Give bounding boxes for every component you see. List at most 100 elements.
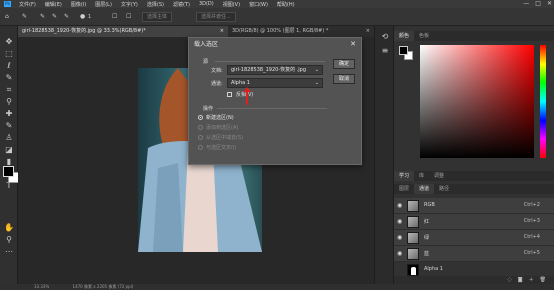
option-new-selection[interactable]: 新建选区(N) xyxy=(206,114,234,121)
dialog-title: 载入选区 xyxy=(194,41,219,48)
save-selection-as-channel-icon[interactable]: ◙ xyxy=(518,276,523,284)
radio-new-selection[interactable] xyxy=(198,115,203,120)
menu-layer[interactable]: 图层(L) xyxy=(95,1,112,8)
dialog-close-button[interactable]: ✕ xyxy=(350,38,356,51)
tab-3d-document[interactable]: 3D(RGB/8) @ 100% (图层 1, RGB/8#) * × xyxy=(228,26,374,37)
brush-size-value[interactable]: 1 xyxy=(88,12,91,22)
subtract-selection-icon[interactable]: ✎ xyxy=(64,12,69,22)
channel-shortcut: Ctrl+4 xyxy=(523,234,540,240)
tab-learn[interactable]: 学习 xyxy=(394,171,415,181)
menu-window[interactable]: 窗口(W) xyxy=(249,1,268,8)
channel-name: 蓝 xyxy=(424,251,430,257)
invert-checkbox[interactable] xyxy=(227,92,232,97)
channel-select-value: Alpha 1 xyxy=(231,80,250,86)
visibility-eye-icon[interactable]: ◉ xyxy=(397,250,402,257)
document-size: 1470 像素 x 2205 像素 (72 ppi) xyxy=(72,284,134,289)
zoom-tool-icon[interactable]: ⚲ xyxy=(3,235,15,245)
clone-stamp-icon[interactable]: ♙ xyxy=(3,133,15,143)
color-picker-field[interactable] xyxy=(420,45,534,158)
channel-select[interactable]: Alpha 1 ⌄ xyxy=(227,78,323,88)
channel-name: 绿 xyxy=(424,235,430,241)
menu-image[interactable]: 图像(I) xyxy=(71,1,86,8)
tab-libraries[interactable]: 库 xyxy=(414,171,429,181)
sample-all-layers-checkbox[interactable]: ☐ xyxy=(112,12,117,22)
channel-thumbnail xyxy=(407,216,419,228)
operation-heading: 操作 xyxy=(203,106,214,112)
delete-channel-icon[interactable]: 🗑 xyxy=(540,276,546,284)
menu-filter[interactable]: 滤镜(T) xyxy=(173,1,190,8)
visibility-eye-icon[interactable]: ◉ xyxy=(397,202,402,209)
channel-name: Alpha 1 xyxy=(424,266,443,272)
close-tab-icon[interactable]: × xyxy=(220,26,224,37)
lasso-tool-icon[interactable]: ℓ xyxy=(3,61,15,71)
select-and-mask-button[interactable]: 选择并遮住... xyxy=(196,12,236,22)
channel-row-green[interactable]: ◉ 绿 Ctrl+4 xyxy=(394,230,554,246)
tab-girl-document[interactable]: girl-1828538_1920-恢复的.jpg @ 33.3%(RGB/8#… xyxy=(18,26,228,37)
menu-3d[interactable]: 3D(D) xyxy=(199,1,214,7)
home-icon[interactable]: ⌂ xyxy=(5,12,9,22)
add-selection-icon[interactable]: ✎ xyxy=(52,12,57,22)
new-selection-icon[interactable]: ✎ xyxy=(40,12,45,22)
move-tool-icon[interactable]: ✥ xyxy=(3,37,15,47)
eyedropper-tool-icon[interactable]: ⚲ xyxy=(3,97,15,107)
close-tab-icon[interactable]: × xyxy=(366,26,370,37)
menu-select[interactable]: 选择(S) xyxy=(147,1,164,8)
channel-row-rgb[interactable]: ◉ RGB Ctrl+2 xyxy=(394,198,554,214)
more-tools-icon[interactable]: ⋯ xyxy=(3,247,15,257)
brush-preset-icon[interactable]: ● xyxy=(80,12,85,22)
window-controls: — □ ✕ xyxy=(523,0,552,8)
load-channel-as-selection-icon[interactable]: ◌ xyxy=(507,276,511,284)
menu-edit[interactable]: 编辑(E) xyxy=(45,1,62,8)
visibility-eye-icon[interactable]: ◉ xyxy=(397,234,402,241)
load-selection-dialog: 载入选区 ✕ 源 文档: girl-1828538_1920-恢复的 .jpg … xyxy=(188,37,362,165)
radio-intersect-selection[interactable] xyxy=(198,145,203,150)
close-window-button[interactable]: ✕ xyxy=(547,0,552,8)
tab-paths[interactable]: 路径 xyxy=(434,184,454,194)
brush-tool-icon[interactable]: ✎ xyxy=(3,121,15,131)
hue-slider[interactable] xyxy=(540,45,546,158)
chevron-down-icon: ⌄ xyxy=(314,67,319,73)
annotation-arrow-head xyxy=(243,87,251,92)
option-subtract-selection[interactable]: 从选区中减去(S) xyxy=(206,134,243,141)
radio-subtract-selection[interactable] xyxy=(198,135,203,140)
healing-brush-icon[interactable]: ✚ xyxy=(3,109,15,119)
option-add-selection[interactable]: 添加到选区(A) xyxy=(206,124,238,131)
tab-color[interactable]: 颜色 xyxy=(394,31,415,41)
auto-enhance-checkbox[interactable]: ☐ xyxy=(126,12,131,22)
marquee-tool-icon[interactable]: ⬚ xyxy=(3,49,15,59)
menu-help[interactable]: 帮助(H) xyxy=(277,1,295,8)
menu-type[interactable]: 文字(Y) xyxy=(121,1,138,8)
tab-adjustments[interactable]: 调整 xyxy=(429,171,449,181)
select-subject-button[interactable]: 选择主体 xyxy=(142,12,173,22)
cancel-button[interactable]: 取消 xyxy=(333,74,355,84)
quick-select-tool-icon[interactable]: ✎ xyxy=(22,12,27,22)
photoshop-logo: Ps xyxy=(4,1,11,7)
quick-selection-tool-icon[interactable]: ✎ xyxy=(3,73,15,83)
radio-add-selection[interactable] xyxy=(198,125,203,130)
history-panel-icon[interactable]: ⟲ xyxy=(379,32,391,42)
channels-panel-footer: ◌ ◙ ＋ 🗑 xyxy=(394,276,554,284)
visibility-eye-icon[interactable]: ◉ xyxy=(397,218,402,225)
menu-view[interactable]: 视图(V) xyxy=(223,1,240,8)
panel-foreground-swatch[interactable] xyxy=(399,46,408,55)
zoom-level[interactable]: 33.33% xyxy=(34,284,49,289)
channel-name: 红 xyxy=(424,219,430,225)
tab-swatches[interactable]: 色板 xyxy=(414,31,434,41)
hand-tool-icon[interactable]: ✋ xyxy=(3,223,15,233)
channel-row-red[interactable]: ◉ 红 Ctrl+3 xyxy=(394,214,554,230)
crop-tool-icon[interactable]: ⌗ xyxy=(3,85,15,95)
maximize-button[interactable]: □ xyxy=(535,0,541,8)
menu-file[interactable]: 文件(F) xyxy=(19,1,36,8)
tab-channels[interactable]: 通道 xyxy=(414,184,435,194)
tab-layers[interactable]: 图层 xyxy=(394,184,414,194)
option-intersect-selection[interactable]: 与选区交叉(I) xyxy=(206,144,236,151)
foreground-color-swatch[interactable] xyxy=(3,166,14,177)
channel-row-blue[interactable]: ◉ 蓝 Ctrl+5 xyxy=(394,246,554,262)
ok-button[interactable]: 确定 xyxy=(333,59,355,69)
new-channel-icon[interactable]: ＋ xyxy=(529,276,534,284)
properties-panel-icon[interactable]: ≡ xyxy=(379,46,391,56)
eraser-tool-icon[interactable]: ◪ xyxy=(3,145,15,155)
minimize-button[interactable]: — xyxy=(523,0,529,8)
document-tabs: girl-1828538_1920-恢复的.jpg @ 33.3%(RGB/8#… xyxy=(18,26,374,37)
document-select[interactable]: girl-1828538_1920-恢复的 .jpg ⌄ xyxy=(227,65,323,75)
